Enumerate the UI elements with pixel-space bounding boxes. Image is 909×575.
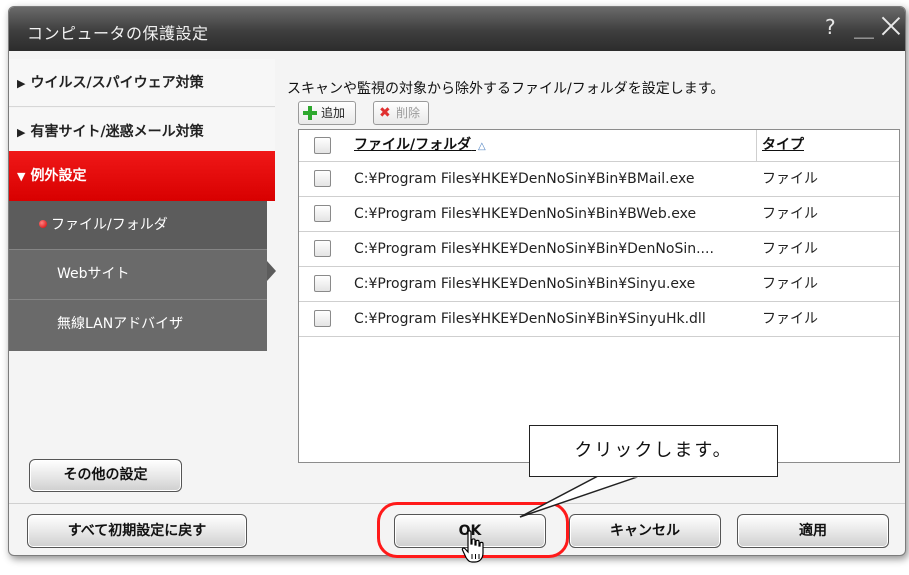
reset-all-button[interactable]: すべて初期設定に戻す <box>27 514 247 548</box>
minimize-button[interactable]: ＿ <box>854 13 874 42</box>
sidebar-subitem-label: Webサイト <box>57 266 130 282</box>
row-checkbox[interactable] <box>314 275 331 292</box>
sidebar-item-virus-spyware[interactable]: ▶ ウイルス/スパイウェア対策 <box>9 59 275 107</box>
collapsed-arrow-icon: ▶ <box>17 77 26 90</box>
row-type: ファイル <box>762 171 818 187</box>
apply-button[interactable]: 適用 <box>737 514 889 548</box>
delete-button[interactable]: ✖ 削除 <box>373 101 429 125</box>
row-path: C:¥Program Files¥HKE¥DenNoSin¥Bin¥BMail.… <box>354 171 695 187</box>
row-checkbox[interactable] <box>314 240 331 257</box>
row-checkbox[interactable] <box>314 205 331 222</box>
expanded-arrow-icon: ▼ <box>17 170 26 183</box>
page-description: スキャンや監視の対象から除外するファイル/フォルダを設定します。 <box>287 81 725 97</box>
table-header: ファイル/フォルダ △ タイプ <box>299 130 899 162</box>
sort-ascending-icon: △ <box>478 141 486 152</box>
add-button-label: 追加 <box>321 106 346 120</box>
title-bar: コンピュータの保護設定 ? ＿ <box>9 7 905 51</box>
add-button[interactable]: 追加 <box>298 101 356 125</box>
sidebar-item-harmful-sites-spam[interactable]: ▶ 有害サイト/迷惑メール対策 <box>9 108 275 156</box>
row-path: C:¥Program Files¥HKE¥DenNoSin¥Bin¥SinyuH… <box>354 311 706 327</box>
window-title: コンピュータの保護設定 <box>27 24 209 43</box>
row-path: C:¥Program Files¥HKE¥DenNoSin¥Bin¥Sinyu.… <box>354 276 696 292</box>
table-row[interactable]: C:¥Program Files¥HKE¥DenNoSin¥Bin¥BMail.… <box>299 162 899 197</box>
sidebar-subitem-files-folders[interactable]: ファイル/フォルダ <box>9 201 267 249</box>
help-button[interactable]: ? <box>825 15 836 39</box>
close-icon[interactable] <box>881 16 901 36</box>
row-checkbox[interactable] <box>314 310 331 327</box>
cancel-button[interactable]: キャンセル <box>569 514 721 548</box>
sidebar-subitem-label: 無線LANアドバイザ <box>57 316 184 332</box>
row-checkbox[interactable] <box>314 170 331 187</box>
row-type: ファイル <box>762 276 818 292</box>
selection-pointer-icon <box>267 261 276 281</box>
table-row[interactable]: C:¥Program Files¥HKE¥DenNoSin¥Bin¥BWeb.e… <box>299 197 899 232</box>
exclusion-list: ファイル/フォルダ △ タイプ C:¥Program Files¥HKE¥Den… <box>298 129 900 463</box>
sidebar-item-label: 有害サイト/迷惑メール対策 <box>30 124 204 140</box>
exceptions-subpanel: ファイル/フォルダ Webサイト 無線LANアドバイザ <box>9 201 267 351</box>
plus-icon <box>303 106 317 120</box>
table-row[interactable]: C:¥Program Files¥HKE¥DenNoSin¥Bin¥Sinyu.… <box>299 267 899 302</box>
column-header-name-label: ファイル/フォルダ <box>354 137 472 153</box>
instruction-callout: クリックします。 <box>529 425 778 477</box>
row-path: C:¥Program Files¥HKE¥DenNoSin¥Bin¥BWeb.e… <box>354 206 697 222</box>
row-path: C:¥Program Files¥HKE¥DenNoSin¥Bin¥DenNoS… <box>354 241 714 257</box>
sidebar-subitem-websites[interactable]: Webサイト <box>9 249 267 297</box>
selected-dot-icon <box>39 220 47 228</box>
sidebar-item-label: ウイルス/スパイウェア対策 <box>30 75 204 91</box>
table-row[interactable]: C:¥Program Files¥HKE¥DenNoSin¥Bin¥SinyuH… <box>299 302 899 337</box>
other-settings-button[interactable]: その他の設定 <box>29 459 182 492</box>
hand-pointer-icon <box>461 530 484 563</box>
column-divider[interactable] <box>756 130 757 162</box>
collapsed-arrow-icon: ▶ <box>17 126 26 139</box>
sidebar-item-label: 例外設定 <box>30 168 87 184</box>
row-type: ファイル <box>762 311 818 327</box>
column-header-name[interactable]: ファイル/フォルダ △ <box>354 130 754 162</box>
x-icon: ✖ <box>379 105 391 121</box>
column-header-type[interactable]: タイプ <box>762 130 804 161</box>
row-type: ファイル <box>762 241 818 257</box>
row-type: ファイル <box>762 206 818 222</box>
sidebar-subitem-wireless-lan-advisor[interactable]: 無線LANアドバイザ <box>9 299 267 347</box>
sidebar-item-exceptions[interactable]: ▼ 例外設定 <box>9 151 275 201</box>
sidebar-subitem-label: ファイル/フォルダ <box>51 217 168 233</box>
select-all-checkbox[interactable] <box>314 137 331 154</box>
delete-button-label: 削除 <box>396 106 421 120</box>
table-row[interactable]: C:¥Program Files¥HKE¥DenNoSin¥Bin¥DenNoS… <box>299 232 899 267</box>
